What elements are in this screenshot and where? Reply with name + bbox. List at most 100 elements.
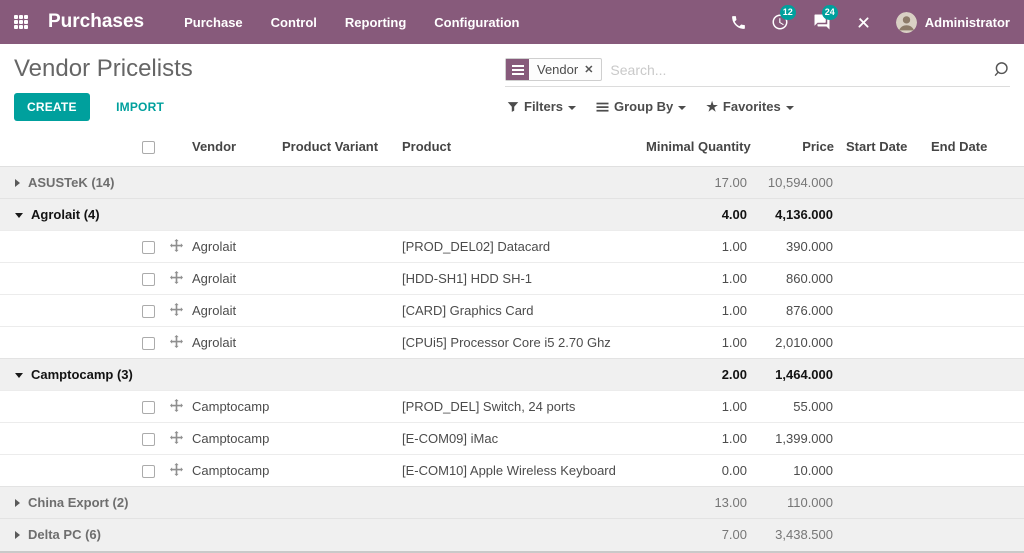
column-header-minimal-quantity[interactable]: Minimal Quantity (642, 126, 752, 167)
pricelist-row[interactable]: Agrolait[CPUi5] Processor Core i5 2.70 G… (0, 327, 1024, 359)
group-price-total: 110.000 (752, 487, 838, 519)
group-label: ASUSTeK (14) (28, 175, 114, 190)
row-checkbox[interactable] (142, 401, 155, 414)
chevron-down-icon (786, 106, 794, 110)
tools-button[interactable] (855, 14, 872, 31)
drag-handle-icon[interactable] (170, 335, 183, 351)
pricelist-row[interactable]: Agrolait[HDD-SH1] HDD SH-11.00860.000 (0, 263, 1024, 295)
cell-product: [E-COM10] Apple Wireless Keyboard (398, 455, 642, 487)
app-name[interactable]: Purchases (48, 11, 144, 33)
phone-button[interactable] (730, 14, 747, 31)
column-header-price[interactable]: Price (752, 126, 838, 167)
cell-start-date (838, 295, 926, 327)
cell-minimal-quantity: 1.00 (642, 327, 752, 359)
group-row[interactable]: Camptocamp (3)2.001,464.000 (0, 359, 1024, 391)
facet-remove-icon[interactable]: ✕ (584, 59, 601, 80)
caret-right-icon (15, 499, 20, 507)
avatar (896, 12, 917, 33)
pricelist-row[interactable]: Agrolait[PROD_DEL02] Datacard1.00390.000 (0, 231, 1024, 263)
group-row[interactable]: Delta PC (6)7.003,438.500 (0, 519, 1024, 551)
group-minimal-quantity-total: 13.00 (642, 487, 752, 519)
menu-item-reporting[interactable]: Reporting (345, 15, 406, 30)
pricelist-row[interactable]: Camptocamp[E-COM09] iMac1.001,399.000 (0, 423, 1024, 455)
funnel-icon (507, 101, 519, 113)
create-button[interactable]: CREATE (14, 93, 90, 121)
user-menu[interactable]: Administrator (896, 12, 1010, 33)
row-checkbox[interactable] (142, 433, 155, 446)
group-label: Agrolait (4) (31, 207, 100, 222)
group-price-total: 1,464.000 (752, 359, 838, 391)
cell-product-variant (278, 231, 398, 263)
row-checkbox[interactable] (142, 273, 155, 286)
drag-handle-icon[interactable] (170, 239, 183, 255)
drag-handle-icon[interactable] (170, 271, 183, 287)
cell-product-variant (278, 327, 398, 359)
column-header-start-date[interactable]: Start Date (838, 126, 926, 167)
search-icon[interactable] (993, 61, 1010, 78)
group-row[interactable]: China Export (2) 13.00110.000 (0, 487, 1024, 519)
viewport-bottom-edge (0, 551, 1024, 553)
facet-label: Vendor (529, 59, 584, 80)
menu-item-purchase[interactable]: Purchase (184, 15, 243, 30)
pricelist-row[interactable]: Camptocamp [E-COM10] Apple Wireless Keybo… (0, 455, 1024, 487)
pricelist-row[interactable]: Agrolait[CARD] Graphics Card1.00876.000 (0, 295, 1024, 327)
user-name: Administrator (925, 15, 1010, 30)
group-minimal-quantity-total: 17.00 (642, 167, 752, 199)
cell-product: [HDD-SH1] HDD SH-1 (398, 263, 642, 295)
apps-grid-icon[interactable] (14, 15, 28, 29)
cell-vendor: Agrolait (188, 231, 278, 263)
group-row[interactable]: ASUSTeK (14)17.0010,594.000 (0, 167, 1024, 199)
cell-start-date (838, 263, 926, 295)
cell-minimal-quantity: 1.00 (642, 295, 752, 327)
drag-handle-icon[interactable] (170, 303, 183, 319)
filters-button[interactable]: Filters (507, 99, 576, 114)
cell-start-date (838, 231, 926, 263)
group-row[interactable]: Agrolait (4)4.004,136.000 (0, 199, 1024, 231)
navbar-right: 12 24 Administrator (730, 12, 1010, 33)
search-input[interactable] (602, 62, 993, 78)
cell-product-variant (278, 455, 398, 487)
group-minimal-quantity-total: 4.00 (642, 199, 752, 231)
cell-product: [CPUi5] Processor Core i5 2.70 Ghz (398, 327, 642, 359)
messages-button[interactable]: 24 (813, 13, 831, 31)
menu-item-control[interactable]: Control (271, 15, 317, 30)
cell-start-date (838, 327, 926, 359)
cell-start-date (838, 455, 926, 487)
chevron-down-icon (568, 106, 576, 110)
chevron-down-icon (678, 106, 686, 110)
activities-button[interactable]: 12 (771, 13, 789, 31)
select-all-checkbox[interactable] (142, 141, 155, 154)
cell-end-date (926, 231, 1024, 263)
cell-minimal-quantity: 0.00 (642, 455, 752, 487)
drag-handle-icon[interactable] (170, 431, 183, 447)
row-checkbox[interactable] (142, 241, 155, 254)
drag-handle-icon[interactable] (170, 463, 183, 479)
column-header-end-date[interactable]: End Date (926, 126, 1024, 167)
drag-handle-icon[interactable] (170, 399, 183, 415)
cell-vendor: Agrolait (188, 263, 278, 295)
column-header-product-variant[interactable]: Product Variant (278, 126, 398, 167)
cell-end-date (926, 295, 1024, 327)
groupby-button[interactable]: Group By (596, 99, 686, 114)
group-label: China Export (2) (28, 495, 128, 510)
cell-product: [CARD] Graphics Card (398, 295, 642, 327)
pricelist-row[interactable]: Camptocamp[PROD_DEL] Switch, 24 ports1.0… (0, 391, 1024, 423)
menu-item-configuration[interactable]: Configuration (434, 15, 519, 30)
cell-end-date (926, 327, 1024, 359)
cell-product-variant (278, 263, 398, 295)
cell-price: 1,399.000 (752, 423, 838, 455)
cell-start-date (838, 391, 926, 423)
favorites-button[interactable]: ★ Favorites (706, 99, 793, 114)
cell-end-date (926, 391, 1024, 423)
row-checkbox[interactable] (142, 305, 155, 318)
cell-vendor: Camptocamp (188, 455, 278, 487)
column-header-vendor[interactable]: Vendor (188, 126, 278, 167)
row-checkbox[interactable] (142, 465, 155, 478)
caret-down-icon (15, 213, 23, 218)
import-button[interactable]: IMPORT (110, 99, 170, 115)
cell-product-variant (278, 391, 398, 423)
group-price-total: 3,438.500 (752, 519, 838, 551)
row-checkbox[interactable] (142, 337, 155, 350)
cell-product-variant (278, 423, 398, 455)
column-header-product[interactable]: Product (398, 126, 642, 167)
